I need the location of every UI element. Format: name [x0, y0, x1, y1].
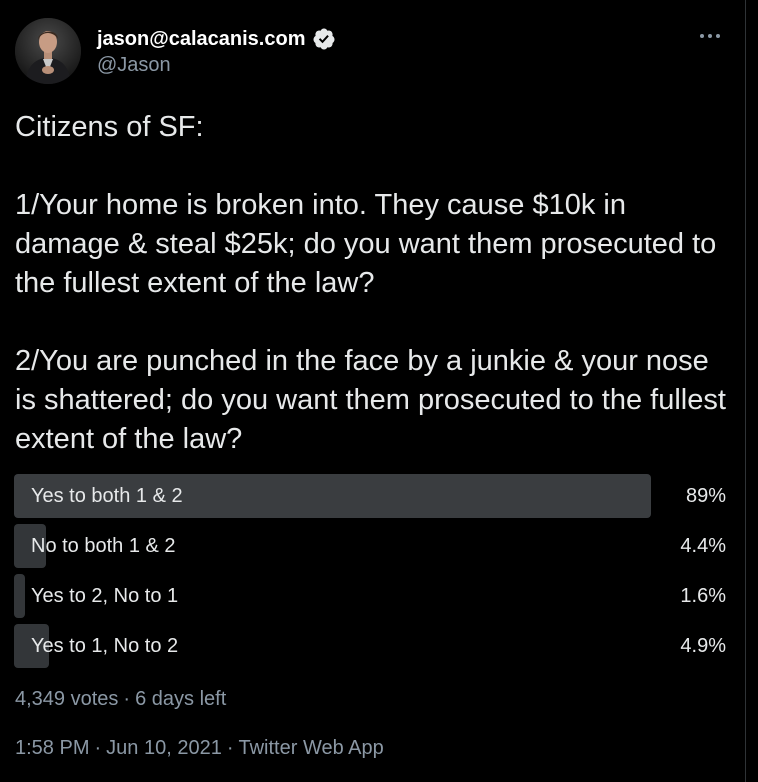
poll: Yes to both 1 & 2 89% No to both 1 & 2 4… [14, 474, 732, 674]
poll-option-label: Yes to both 1 & 2 [31, 484, 183, 507]
display-name-row: jason@calacanis.com [97, 26, 336, 52]
poll-option: No to both 1 & 2 4.4% [14, 524, 732, 568]
poll-option-percent: 89% [685, 485, 726, 507]
tweet-time[interactable]: 1:58 PM [15, 737, 89, 759]
poll-option: Yes to both 1 & 2 89% [14, 474, 732, 518]
separator: · [226, 737, 234, 759]
author-info: jason@calacanis.com @Jason [97, 26, 336, 78]
poll-option: Yes to 2, No to 1 1.6% [14, 574, 732, 618]
display-name[interactable]: jason@calacanis.com [97, 26, 306, 52]
separator: · [123, 688, 131, 710]
poll-votes: 4,349 votes [15, 688, 119, 710]
poll-option: Yes to 1, No to 2 4.9% [14, 624, 732, 668]
tweet-source[interactable]: Twitter Web App [238, 737, 383, 759]
poll-option-label: Yes to 1, No to 2 [31, 634, 179, 657]
avatar[interactable] [15, 18, 81, 84]
more-dots-icon[interactable] [696, 24, 724, 48]
avatar-image [15, 18, 81, 84]
poll-option-percent: 4.4% [680, 535, 726, 557]
poll-bar [14, 574, 26, 618]
tweet-date[interactable]: Jun 10, 2021 [106, 737, 222, 759]
poll-time-left: 6 days left [135, 688, 227, 710]
tweet-card: jason@calacanis.com @Jason Citizens of S… [0, 0, 746, 782]
verified-badge-icon [312, 27, 336, 51]
poll-option-label: No to both 1 & 2 [31, 534, 176, 557]
poll-option-percent: 4.9% [680, 635, 726, 657]
poll-meta: 4,349 votes · 6 days left [15, 686, 226, 712]
poll-option-percent: 1.6% [680, 585, 726, 607]
poll-option-label: Yes to 2, No to 1 [31, 584, 179, 607]
handle[interactable]: @Jason [97, 52, 336, 78]
separator: · [94, 737, 102, 759]
tweet-header: jason@calacanis.com @Jason [15, 18, 730, 86]
tweet-timestamp: 1:58 PM · Jun 10, 2021 · Twitter Web App [15, 735, 384, 761]
tweet-text: Citizens of SF: 1/Your home is broken in… [15, 111, 726, 455]
